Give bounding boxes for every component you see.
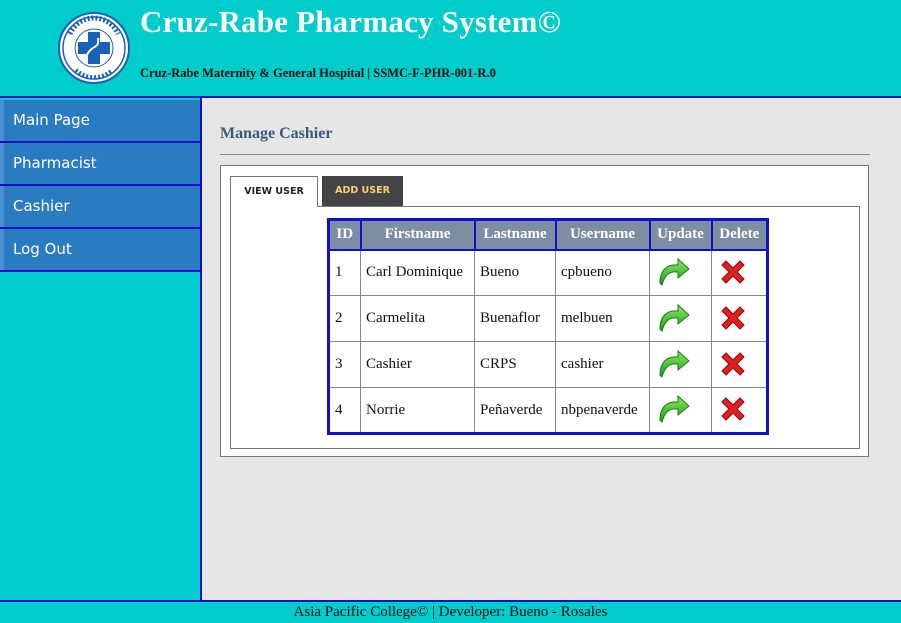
cashier-table: ID Firstname Lastname Username Update De… [327, 218, 769, 435]
sidebar-item-label: Main Page [13, 111, 90, 129]
column-header-update: Update [648, 218, 713, 251]
sidebar-item-edge [0, 186, 4, 227]
app-subtitle: Cruz-Rabe Maternity & General Hospital |… [140, 66, 496, 80]
update-refresh-icon[interactable] [656, 394, 690, 426]
cell-id: 1 [328, 249, 361, 296]
title-divider [220, 154, 870, 155]
cell-id: 2 [328, 295, 361, 342]
column-header-username: Username [554, 218, 651, 251]
cell-username: cashier [555, 341, 650, 388]
sidebar-item-label: Cashier [13, 197, 70, 215]
cell-username: cpbueno [555, 249, 650, 296]
update-refresh-icon[interactable] [656, 257, 690, 289]
pharmacy-logo [58, 12, 130, 84]
delete-x-icon[interactable] [718, 257, 750, 289]
footer-text: Asia Pacific College© | Developer: Bueno… [0, 602, 901, 623]
column-header-id: ID [327, 218, 362, 251]
manage-panel: VIEW USER ADD USER ID Firstname Lastname… [220, 165, 869, 457]
sidebar-item-edge [0, 100, 4, 141]
cell-firstname: Carmelita [360, 295, 475, 342]
cell-lastname: Bueno [474, 249, 556, 296]
cell-delete [711, 341, 768, 388]
cell-update [649, 341, 712, 388]
cell-update [649, 249, 712, 296]
cell-id: 4 [328, 387, 361, 434]
cell-update [649, 387, 712, 434]
sidebar-item-pharmacist[interactable]: Pharmacist [0, 143, 200, 186]
sidebar-item-main-page[interactable]: Main Page [0, 100, 200, 143]
cell-lastname: CRPS [474, 341, 556, 388]
column-header-firstname: Firstname [359, 218, 476, 251]
cell-id: 3 [328, 341, 361, 388]
delete-x-icon[interactable] [718, 303, 750, 335]
app-title: Cruz-Rabe Pharmacy System© [140, 4, 561, 39]
cell-firstname: Cashier [360, 341, 475, 388]
sidebar-item-label: Log Out [13, 240, 72, 258]
sidebar-item-cashier[interactable]: Cashier [0, 186, 200, 229]
table-row: 1 Carl Dominique Bueno cpbueno [328, 249, 768, 296]
cell-delete [711, 387, 768, 434]
main-content: Manage Cashier VIEW USER ADD USER ID Fir… [202, 98, 901, 600]
tab-content: ID Firstname Lastname Username Update De… [230, 206, 860, 449]
table-row: 3 Cashier CRPS cashier [328, 341, 768, 388]
cell-username: melbuen [555, 295, 650, 342]
sidebar-item-edge [0, 143, 4, 184]
tab-view-user[interactable]: VIEW USER [230, 176, 318, 207]
page-title: Manage Cashier [220, 125, 333, 142]
update-refresh-icon[interactable] [656, 303, 690, 335]
table-row: 2 Carmelita Buenaflor melbuen [328, 295, 768, 342]
delete-x-icon[interactable] [718, 349, 750, 381]
update-refresh-icon[interactable] [656, 349, 690, 381]
sidebar-item-label: Pharmacist [13, 154, 97, 172]
cell-delete [711, 295, 768, 342]
cell-lastname: Buenaflor [474, 295, 556, 342]
cell-firstname: Norrie [360, 387, 475, 434]
cell-delete [711, 249, 768, 296]
table-header-row: ID Firstname Lastname Username Update De… [327, 218, 769, 251]
logo-cross-icon [62, 15, 126, 80]
column-header-delete: Delete [710, 218, 769, 251]
cell-lastname: Peñaverde [474, 387, 556, 434]
delete-x-icon[interactable] [718, 394, 750, 426]
sidebar-item-edge [0, 229, 4, 270]
table-row: 4 Norrie Peñaverde nbpenaverde [328, 387, 768, 434]
cell-update [649, 295, 712, 342]
sidebar-item-log-out[interactable]: Log Out [0, 229, 200, 272]
cell-username: nbpenaverde [555, 387, 650, 434]
column-header-lastname: Lastname [473, 218, 557, 251]
tab-add-user[interactable]: ADD USER [322, 176, 403, 206]
sidebar: Main Page Pharmacist Cashier Log Out [0, 98, 201, 600]
header: Cruz-Rabe Pharmacy System© Cruz-Rabe Mat… [0, 0, 901, 96]
cell-firstname: Carl Dominique [360, 249, 475, 296]
